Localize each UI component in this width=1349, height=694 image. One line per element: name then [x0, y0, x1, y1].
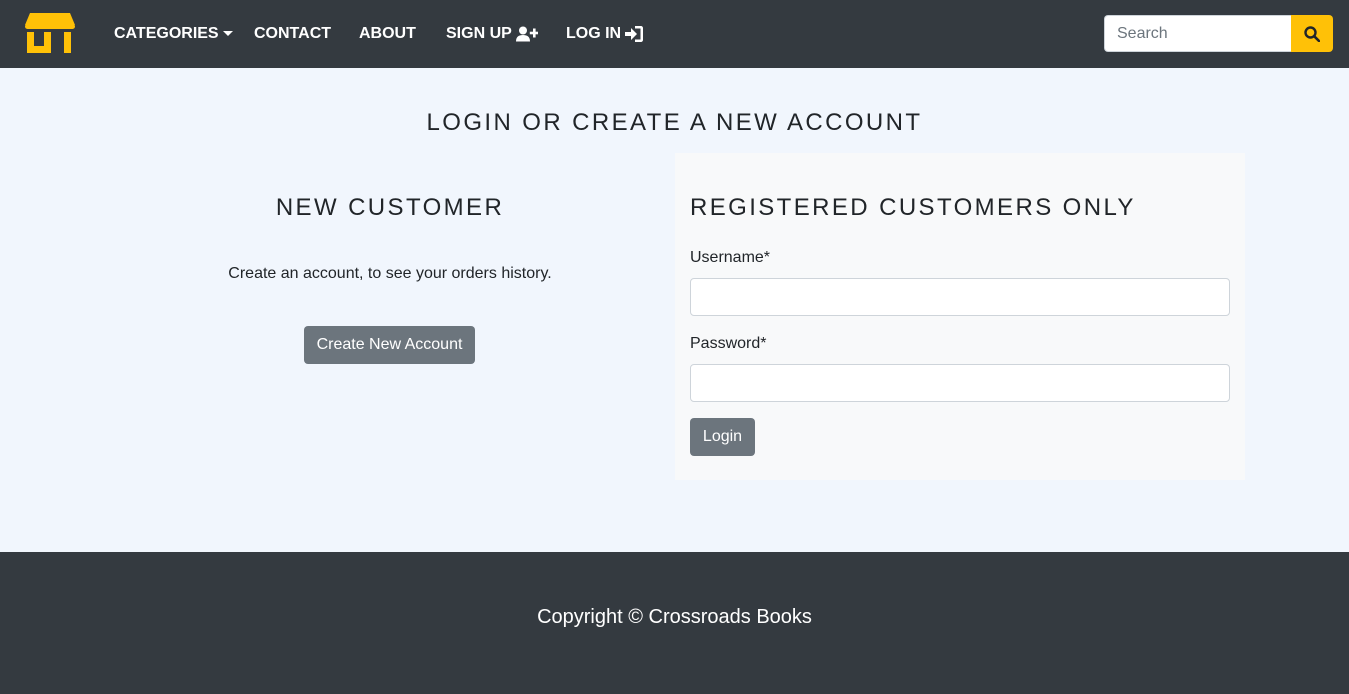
nav-about-label: ABOUT	[359, 25, 416, 42]
nav-login-label: LOG IN	[566, 25, 622, 42]
caret-down-icon	[222, 31, 233, 36]
search-button[interactable]	[1291, 15, 1333, 52]
user-plus-icon	[515, 26, 538, 42]
registered-customers-heading: REGISTERED CUSTOMERS ONLY	[690, 194, 1136, 221]
store-logo-icon[interactable]	[24, 12, 76, 54]
nav-categories-dropdown[interactable]: CATEGORIES	[114, 24, 233, 44]
navbar: CATEGORIES CONTACT ABOUT SIGN UP LOG IN	[0, 0, 1349, 68]
nav-login-link[interactable]: LOG IN	[566, 24, 644, 44]
nav-categories-label: CATEGORIES	[114, 25, 219, 42]
new-customer-heading: NEW CUSTOMER	[275, 194, 505, 221]
nav-signup-label: SIGN UP	[446, 25, 512, 42]
new-customer-description: Create an account, to see your orders hi…	[228, 265, 552, 282]
password-input[interactable]	[690, 364, 1230, 402]
password-label: Password*	[690, 335, 767, 352]
nav-about-link[interactable]: ABOUT	[359, 24, 416, 44]
copyright-text: Copyright © Crossroads Books	[537, 606, 812, 628]
footer: Copyright © Crossroads Books	[0, 552, 1349, 694]
search-input[interactable]	[1104, 15, 1292, 52]
page-title: LOGIN OR CREATE A NEW ACCOUNT	[426, 109, 923, 136]
nav-signup-link[interactable]: SIGN UP	[446, 24, 538, 44]
create-account-button[interactable]: Create New Account	[304, 326, 475, 364]
username-input[interactable]	[690, 278, 1230, 316]
nav-contact-label: CONTACT	[254, 25, 332, 42]
login-form-card: REGISTERED CUSTOMERS ONLY Username* Pass…	[675, 153, 1245, 480]
search-icon	[1304, 25, 1320, 42]
nav-contact-link[interactable]: CONTACT	[254, 24, 331, 44]
login-button[interactable]: Login	[690, 418, 755, 456]
username-label: Username*	[690, 249, 771, 266]
sign-in-icon	[625, 26, 644, 42]
